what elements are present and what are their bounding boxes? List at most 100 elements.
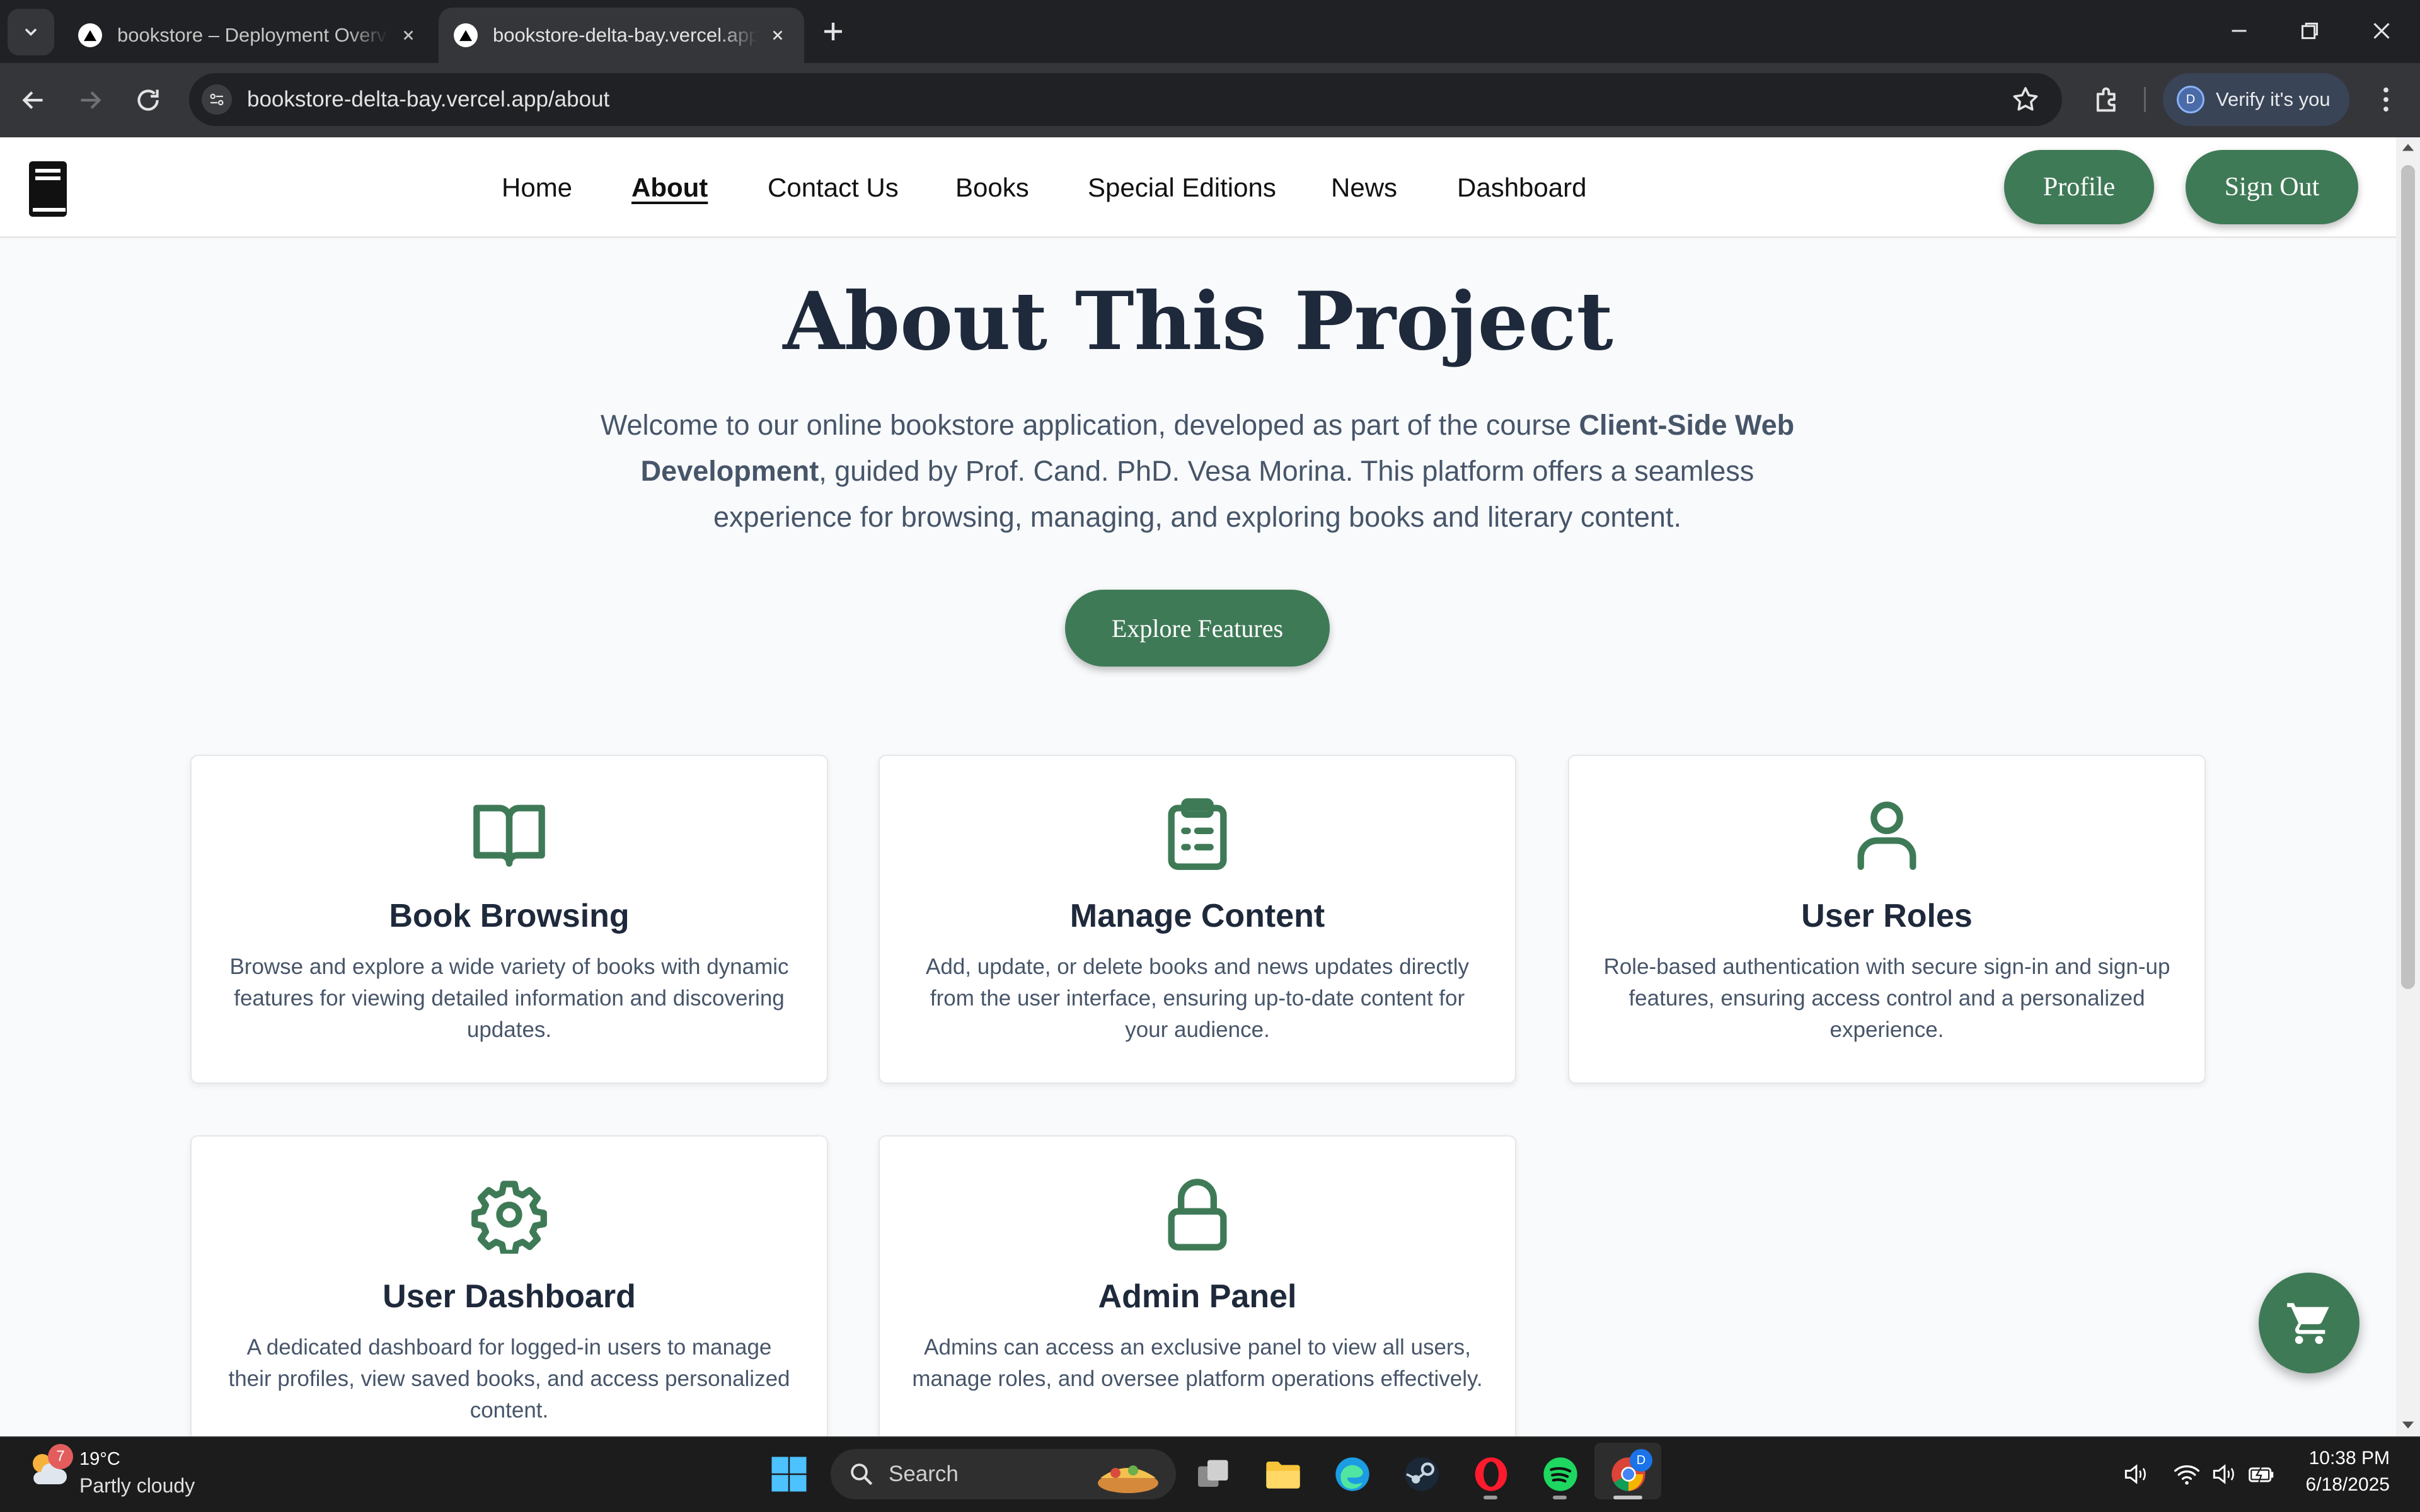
clock-time[interactable]: 10:38 PM xyxy=(2294,1448,2390,1469)
tab-vercel-deployment[interactable]: bookstore – Deployment Overview – Vercel xyxy=(63,8,435,63)
verify-identity-button[interactable]: D Verify it's you xyxy=(2163,73,2349,126)
opera-icon[interactable] xyxy=(1470,1453,1512,1496)
tab-bookstore-about[interactable]: bookstore-delta-bay.vercel.app/about xyxy=(439,8,804,63)
address-bar[interactable]: bookstore-delta-bay.vercel.app/about xyxy=(189,73,2062,126)
bookmark-star-icon[interactable] xyxy=(2010,84,2041,115)
cart-button[interactable] xyxy=(2259,1273,2360,1373)
taskbar-search[interactable]: Search xyxy=(831,1449,1176,1499)
edge-browser-icon[interactable] xyxy=(1331,1453,1374,1496)
feature-description: Admins can access an exclusive panel to … xyxy=(912,1335,1483,1391)
nav-dashboard[interactable]: Dashboard xyxy=(1457,173,1586,203)
feature-card: User Dashboard A dedicated dashboard for… xyxy=(190,1135,828,1436)
vercel-icon xyxy=(454,23,478,47)
feature-card: User Roles Role-based authentication wit… xyxy=(1568,755,2206,1084)
clock-date[interactable]: 6/18/2025 xyxy=(2281,1474,2390,1496)
arrow-left-icon xyxy=(22,91,43,109)
close-tab-icon[interactable] xyxy=(397,24,420,47)
feature-title: Manage Content xyxy=(1069,898,1325,934)
back-button[interactable] xyxy=(18,84,49,116)
nav-special-editions[interactable]: Special Editions xyxy=(1088,173,1276,203)
verify-label: Verify it's you xyxy=(2216,88,2331,110)
feature-description: A dedicated dashboard for logged-in user… xyxy=(228,1335,790,1423)
forward-button[interactable] xyxy=(74,84,106,116)
tab-title: bookstore – Deployment Overview – Vercel xyxy=(117,24,388,46)
profile-avatar: D xyxy=(2177,86,2204,113)
intro-part: Welcome to our online bookstore applicat… xyxy=(600,409,1579,441)
scroll-down-icon[interactable] xyxy=(2401,1419,2415,1431)
site-info-icon[interactable] xyxy=(202,84,232,115)
browser-menu-button[interactable] xyxy=(2370,83,2402,116)
search-icon xyxy=(851,1463,873,1486)
weather-widget[interactable]: 7 xyxy=(25,1444,73,1492)
feature-description: Add, update, or delete books and news up… xyxy=(926,954,1469,1042)
nav-home[interactable]: Home xyxy=(502,173,572,203)
more-vertical-icon xyxy=(2383,87,2388,112)
scrollbar-thumb[interactable] xyxy=(2401,165,2415,989)
wifi-icon[interactable] xyxy=(2173,1460,2201,1488)
app-running-indicator xyxy=(1484,1496,1497,1499)
nav-about[interactable]: About xyxy=(631,173,708,203)
plus-icon xyxy=(824,23,842,40)
toolbar-divider xyxy=(2144,87,2146,112)
battery-charging-icon[interactable] xyxy=(2247,1460,2275,1488)
app-active-indicator xyxy=(1613,1496,1642,1499)
restore-button[interactable] xyxy=(2295,16,2324,45)
file-explorer-icon[interactable] xyxy=(1262,1453,1305,1496)
search-label: Search xyxy=(889,1462,959,1486)
close-icon xyxy=(2373,23,2390,39)
reload-icon xyxy=(137,89,159,111)
app-running-indicator xyxy=(1553,1496,1567,1499)
page-viewport: Home About Contact Us Books Special Edit… xyxy=(0,137,2396,1436)
tab-title: bookstore-delta-bay.vercel.app/about xyxy=(493,24,758,46)
nav-contact-us[interactable]: Contact Us xyxy=(768,173,899,203)
site-logo[interactable] xyxy=(25,159,71,219)
restore-icon xyxy=(2301,22,2319,40)
start-button[interactable] xyxy=(768,1453,810,1496)
minimize-button[interactable] xyxy=(2225,16,2254,45)
puzzle-icon xyxy=(2096,87,2116,112)
close-tab-icon[interactable] xyxy=(766,24,789,47)
vercel-icon xyxy=(78,23,102,47)
feature-title: User Roles xyxy=(1801,898,1973,934)
spotify-icon[interactable] xyxy=(1539,1453,1582,1496)
gear-icon xyxy=(471,1181,547,1254)
minimize-icon xyxy=(2232,30,2247,32)
explore-features-button[interactable]: Explore Features xyxy=(1065,590,1330,667)
chrome-profile-badge: D xyxy=(1630,1449,1652,1472)
task-view-icon[interactable] xyxy=(1192,1453,1235,1496)
book-icon xyxy=(29,161,67,217)
windows-logo-icon xyxy=(771,1457,807,1492)
arrow-right-icon xyxy=(81,91,101,109)
close-window-button[interactable] xyxy=(2367,16,2396,45)
shopping-cart-icon xyxy=(2287,1303,2329,1344)
extensions-button[interactable] xyxy=(2091,83,2124,116)
book-open-icon xyxy=(473,805,545,867)
chrome-icon[interactable]: D xyxy=(1607,1449,1652,1496)
speaker-mute-icon[interactable] xyxy=(2121,1460,2149,1488)
search-highlight-icon xyxy=(1093,1453,1162,1496)
feature-card: Book Browsing Browse and explore a wide … xyxy=(190,755,828,1084)
weather-temp: 19°C xyxy=(79,1449,120,1469)
url-text: bookstore-delta-bay.vercel.app/about xyxy=(247,87,610,112)
page-title: About This Project xyxy=(783,275,1613,368)
weather-alert-badge: 7 xyxy=(48,1444,73,1469)
profile-button[interactable]: Profile xyxy=(2004,150,2154,224)
feature-description: Role-based authentication with secure si… xyxy=(1603,954,2170,1042)
new-tab-button[interactable] xyxy=(818,16,848,47)
reload-button[interactable] xyxy=(132,84,164,116)
clipboard-list-icon xyxy=(1168,798,1227,870)
intro-part: , guided by Prof. Cand. PhD. Vesa Morina… xyxy=(713,455,1754,533)
nav-news[interactable]: News xyxy=(1331,173,1397,203)
intro-text: Welcome to our online bookstore applicat… xyxy=(586,402,1809,540)
volume-icon[interactable] xyxy=(2210,1460,2237,1488)
chevron-down-icon xyxy=(25,28,37,36)
tab-search-button[interactable] xyxy=(8,9,54,55)
scroll-up-icon[interactable] xyxy=(2401,141,2415,154)
nav-books[interactable]: Books xyxy=(955,173,1029,203)
steam-icon[interactable] xyxy=(1400,1453,1443,1496)
lock-icon xyxy=(1168,1179,1227,1251)
weather-description: Partly cloudy xyxy=(79,1474,195,1497)
feature-title: Book Browsing xyxy=(389,898,630,934)
feature-title: User Dashboard xyxy=(383,1278,636,1315)
sign-out-button[interactable]: Sign Out xyxy=(2186,150,2358,224)
